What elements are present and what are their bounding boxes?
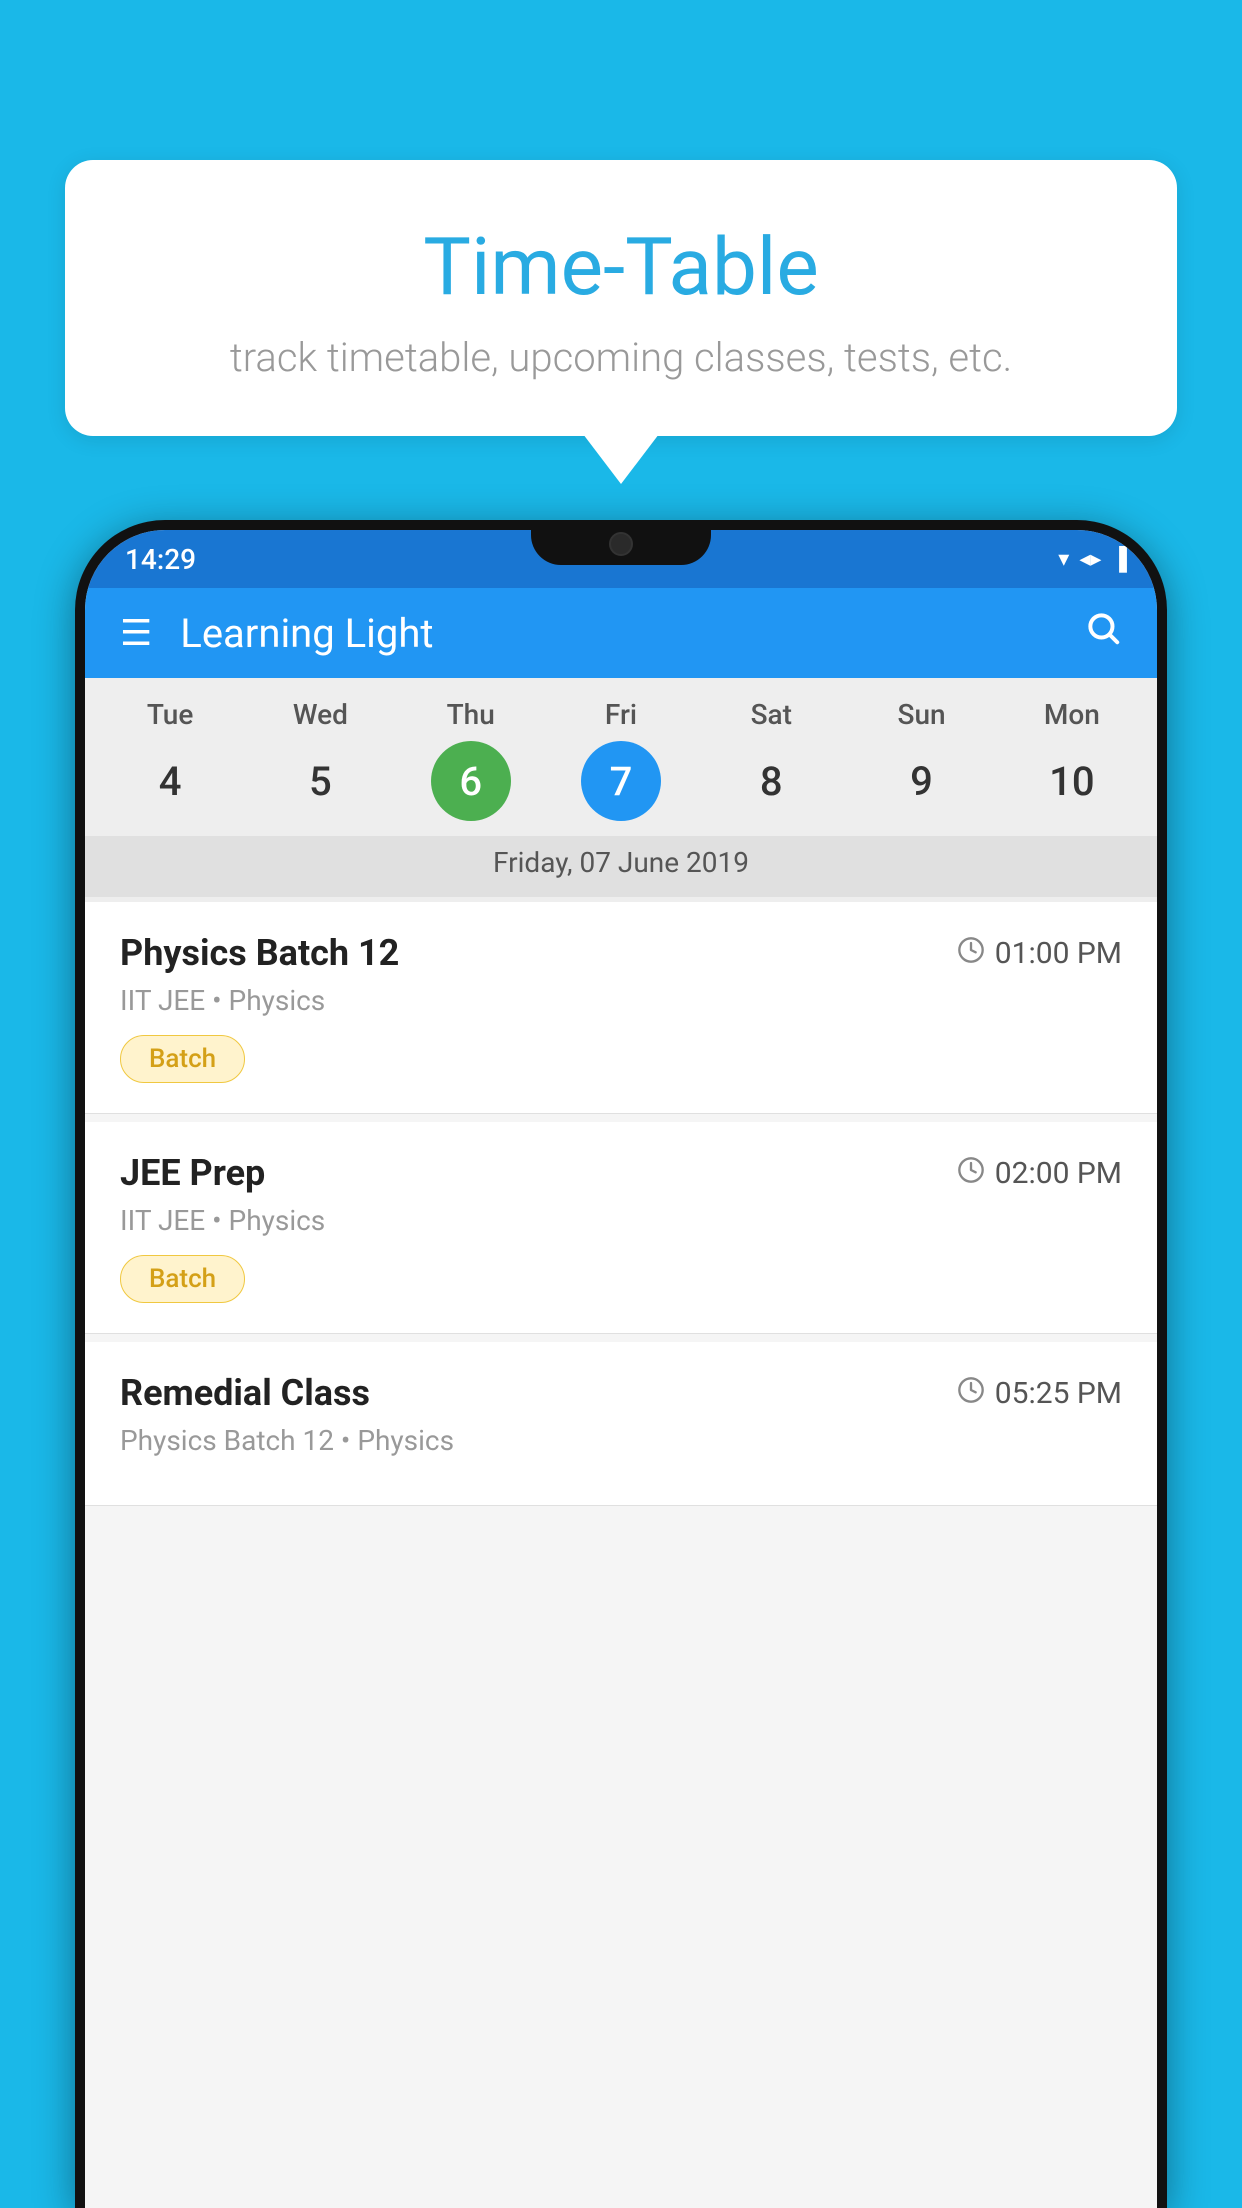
search-icon[interactable] [1084, 609, 1122, 657]
clock-icon-1 [957, 936, 985, 971]
time-label-2: 02:00 PM [995, 1156, 1122, 1191]
class-list: Physics Batch 12 01:00 PM IIT JEE • Phys… [85, 902, 1157, 1514]
wifi-icon: ▾ [1058, 547, 1069, 572]
day-10[interactable]: 10 [1032, 741, 1112, 821]
calendar-strip: Tue Wed Thu Fri Sat Sun Mon 4 5 6 7 8 9 … [85, 678, 1157, 902]
batch-badge-1: Batch [120, 1035, 245, 1083]
day-header-fri: Fri [581, 698, 661, 731]
class-item-jee-prep[interactable]: JEE Prep 02:00 PM IIT JEE • Physics Batc… [85, 1122, 1157, 1334]
app-title: Learning Light [180, 610, 1084, 657]
day-4[interactable]: 4 [130, 741, 210, 821]
batch-badge-2: Batch [120, 1255, 245, 1303]
class-item-remedial[interactable]: Remedial Class 05:25 PM Physics Batch 12… [85, 1342, 1157, 1506]
class-info-2: IIT JEE • Physics [120, 1204, 1122, 1237]
day-header-wed: Wed [280, 698, 360, 731]
app-bar: ☰ Learning Light [85, 588, 1157, 678]
time-label-1: 01:00 PM [995, 936, 1122, 971]
class-name-2: JEE Prep [120, 1152, 265, 1194]
clock-icon-2 [957, 1156, 985, 1191]
class-time-1: 01:00 PM [957, 936, 1122, 971]
time-label-3: 05:25 PM [995, 1376, 1122, 1411]
day-numbers: 4 5 6 7 8 9 10 [85, 741, 1157, 821]
class-info-3: Physics Batch 12 • Physics [120, 1424, 1122, 1457]
phone-notch [531, 520, 711, 565]
day-header-sun: Sun [882, 698, 962, 731]
day-6-today[interactable]: 6 [431, 741, 511, 821]
status-time: 14:29 [125, 543, 196, 576]
phone-screen: 14:29 ▾ ◂▸ ▐ ☰ Learning Light Tue Wed [85, 530, 1157, 2208]
class-item-header-2: JEE Prep 02:00 PM [120, 1152, 1122, 1194]
class-info-1: IIT JEE • Physics [120, 984, 1122, 1017]
signal-icon: ◂▸ [1079, 547, 1101, 572]
selected-date: Friday, 07 June 2019 [85, 836, 1157, 897]
camera-dot [609, 532, 633, 556]
class-time-2: 02:00 PM [957, 1156, 1122, 1191]
day-headers: Tue Wed Thu Fri Sat Sun Mon [85, 698, 1157, 731]
clock-icon-3 [957, 1376, 985, 1411]
day-5[interactable]: 5 [280, 741, 360, 821]
tooltip-card: Time-Table track timetable, upcoming cla… [65, 160, 1177, 436]
day-header-tue: Tue [130, 698, 210, 731]
battery-icon: ▐ [1111, 546, 1127, 572]
tooltip-title: Time-Table [115, 220, 1127, 314]
tooltip-subtitle: track timetable, upcoming classes, tests… [115, 334, 1127, 381]
class-name-3: Remedial Class [120, 1372, 370, 1414]
status-icons: ▾ ◂▸ ▐ [1058, 546, 1127, 572]
day-header-mon: Mon [1032, 698, 1112, 731]
class-item-header-3: Remedial Class 05:25 PM [120, 1372, 1122, 1414]
day-header-thu: Thu [431, 698, 511, 731]
class-time-3: 05:25 PM [957, 1376, 1122, 1411]
phone-frame: 14:29 ▾ ◂▸ ▐ ☰ Learning Light Tue Wed [75, 520, 1167, 2208]
day-7-selected[interactable]: 7 [581, 741, 661, 821]
day-header-sat: Sat [731, 698, 811, 731]
class-item-header-1: Physics Batch 12 01:00 PM [120, 932, 1122, 974]
day-9[interactable]: 9 [882, 741, 962, 821]
hamburger-icon[interactable]: ☰ [120, 612, 150, 654]
class-item-physics-batch-12[interactable]: Physics Batch 12 01:00 PM IIT JEE • Phys… [85, 902, 1157, 1114]
class-name-1: Physics Batch 12 [120, 932, 399, 974]
day-8[interactable]: 8 [731, 741, 811, 821]
